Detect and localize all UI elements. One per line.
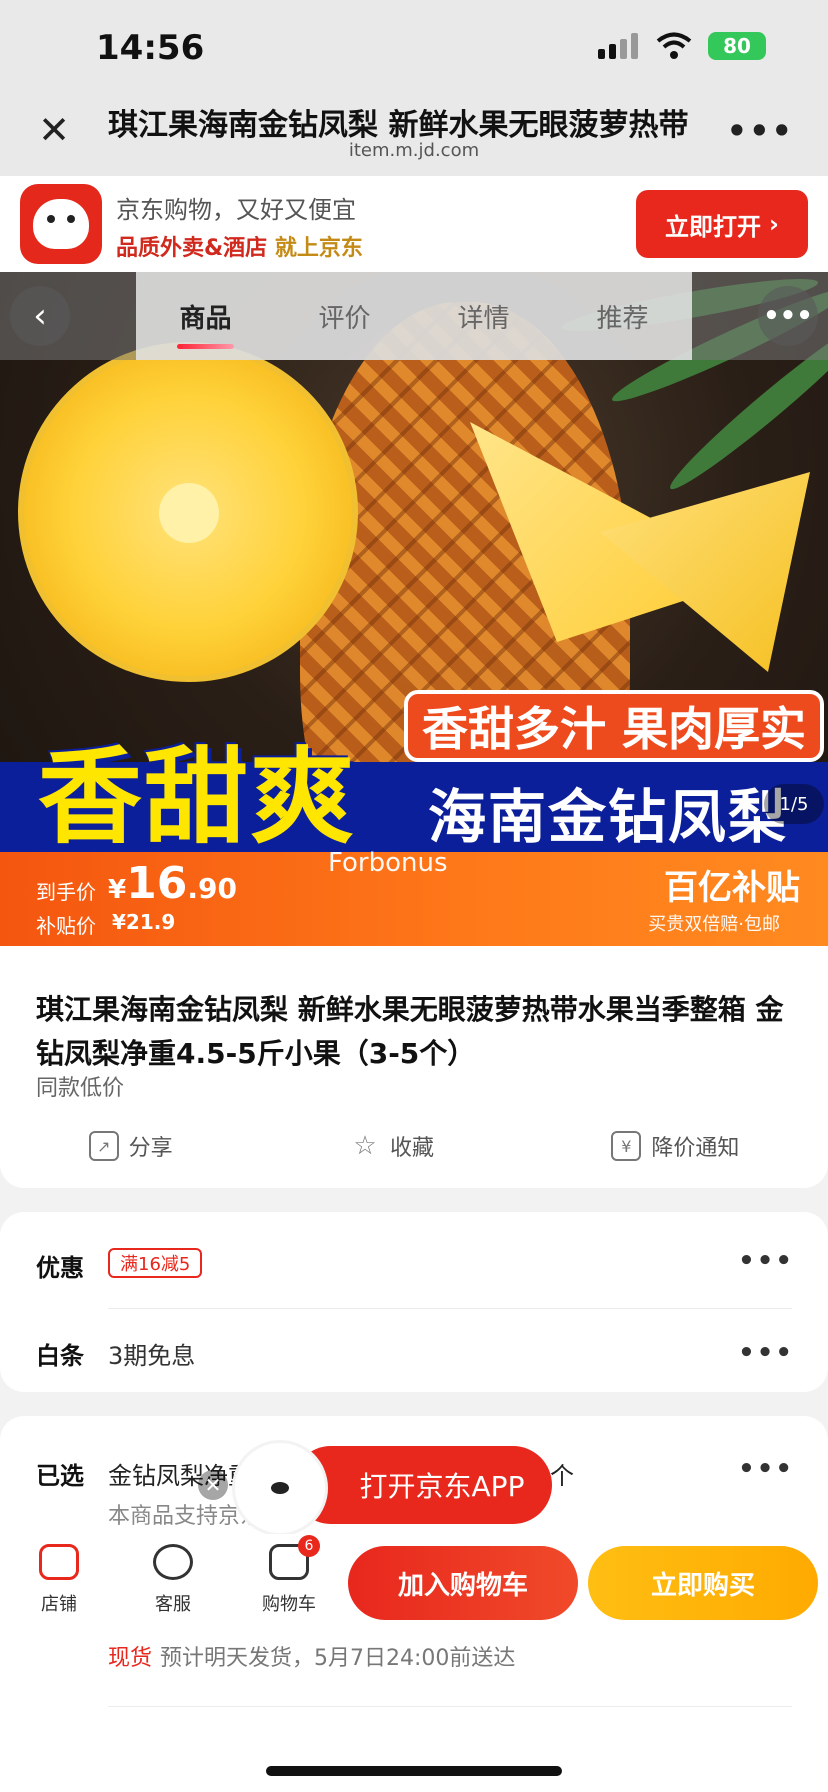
installment-label: 白条 xyxy=(36,1342,84,1370)
page-url: item.m.jd.com xyxy=(348,140,480,161)
tab-reviews[interactable]: 评价 xyxy=(308,298,380,335)
browser-header: 14:56 80 ✕ 琪江果海南金钻凤梨 新鲜水果无眼菠萝热带 item.m.j… xyxy=(0,0,828,176)
price-alert-icon: ¥ xyxy=(611,1131,642,1161)
watermark: Forbonus xyxy=(328,848,448,878)
home-indicator xyxy=(266,1766,562,1776)
divider xyxy=(108,1308,792,1309)
share-icon: ↗ xyxy=(88,1131,119,1161)
banner-promo-b: 就上京东 xyxy=(274,236,363,261)
favorite-button[interactable]: ☆ 收藏 xyxy=(350,1130,434,1162)
mascot-icon xyxy=(232,1440,328,1536)
app-banner[interactable]: 京东购物，又好又便宜 品质外卖&酒店 就上京东 立即打开 › xyxy=(0,176,828,272)
currency: ¥ xyxy=(108,875,127,905)
selected-value[interactable]: 金钻凤梨净重 xyxy=(108,1456,252,1491)
pineapple-slice xyxy=(18,342,358,682)
add-to-cart-button[interactable]: 加入购物车 xyxy=(348,1546,578,1620)
star-icon: ☆ xyxy=(353,1131,377,1161)
bottom-action-bar: 店铺 客服 6 购物车 加入购物车 立即购买 xyxy=(0,1534,828,1644)
final-price-label: 到手价 xyxy=(36,880,96,904)
service-label: 客服 xyxy=(155,1594,191,1615)
bonus-subtitle: 买贵双倍赔·包邮 xyxy=(648,914,780,935)
open-jd-app-button[interactable]: 打开京东APP xyxy=(292,1446,552,1524)
signal-icon xyxy=(598,33,638,59)
service-icon xyxy=(153,1544,193,1580)
page-title: 琪江果海南金钻凤梨 新鲜水果无眼菠萝热带 xyxy=(108,108,689,143)
divider xyxy=(108,1706,792,1707)
product-image[interactable]: ‹ 商品 评价 详情 推荐 ••• 香甜多汁 果肉厚实 海南金钻凤梨 香甜爽 1… xyxy=(0,272,828,946)
image-tagline: 香甜多汁 果肉厚实 xyxy=(403,690,824,762)
tabs: 商品 评价 详情 推荐 xyxy=(136,272,692,360)
installment-value[interactable]: 3期免息 xyxy=(108,1336,195,1371)
cart-badge: 6 xyxy=(298,1535,320,1557)
browser-more-button[interactable]: ••• xyxy=(727,112,794,150)
favorite-label: 收藏 xyxy=(389,1136,434,1161)
promotion-card: 优惠 满16减5 ••• 白条 3期免息 ••• xyxy=(0,1212,828,1392)
banner-promo-a: 品质外卖&酒店 xyxy=(116,236,268,261)
more-icon[interactable]: ••• xyxy=(758,286,818,346)
product-tabbar: ‹ 商品 评价 详情 推荐 ••• xyxy=(0,272,828,360)
price-decimal: .90 xyxy=(187,872,237,905)
product-actions: ↗ 分享 ☆ 收藏 ¥ 降价通知 xyxy=(0,1124,828,1168)
store-icon xyxy=(39,1544,79,1580)
open-app-button[interactable]: 立即打开 › xyxy=(636,190,808,258)
battery-icon: 80 xyxy=(708,32,766,60)
product-info-card: 琪江果海南金钻凤梨 新鲜水果无眼菠萝热带水果当季整箱 金钻凤梨净重4.5-5斤小… xyxy=(0,946,828,1188)
back-icon[interactable]: ‹ xyxy=(10,286,70,346)
cart-button[interactable]: 6 购物车 xyxy=(244,1535,334,1616)
service-button[interactable]: 客服 xyxy=(128,1544,218,1616)
image-headline: 香甜爽 xyxy=(38,736,357,858)
same-low-price[interactable]: 同款低价 xyxy=(36,1070,124,1102)
store-label: 店铺 xyxy=(41,1594,77,1615)
discount-label: 优惠 xyxy=(36,1254,84,1282)
tab-product[interactable]: 商品 xyxy=(169,298,241,349)
subsidy-label: 补贴价 xyxy=(36,914,96,938)
shipping-text: 预计明天发货，5月7日24:00前送达 xyxy=(160,1646,516,1671)
final-price: ¥16.90 xyxy=(108,858,237,909)
price-alert-label: 降价通知 xyxy=(651,1136,740,1161)
buy-now-button[interactable]: 立即购买 xyxy=(588,1546,818,1620)
banner-promo: 品质外卖&酒店 就上京东 xyxy=(116,230,363,262)
tab-details[interactable]: 详情 xyxy=(447,298,519,335)
cart-label: 购物车 xyxy=(262,1594,316,1615)
chevron-right-icon: › xyxy=(769,210,779,238)
status-time: 14:56 xyxy=(96,28,205,68)
price-alert-button[interactable]: ¥ 降价通知 xyxy=(611,1130,739,1162)
jd-logo xyxy=(20,184,102,264)
selected-count: 个 xyxy=(550,1462,574,1490)
bonus-title[interactable]: 百亿补贴 xyxy=(664,860,800,909)
product-title: 琪江果海南金钻凤梨 新鲜水果无眼菠萝热带水果当季整箱 金钻凤梨净重4.5-5斤小… xyxy=(36,993,784,1070)
shipping-info: 现货 预计明天发货，5月7日24:00前送达 xyxy=(108,1640,515,1672)
price-integer: 16 xyxy=(126,858,188,909)
share-button[interactable]: ↗ 分享 xyxy=(88,1130,173,1162)
banner-slogan: 京东购物，又好又便宜 xyxy=(116,196,356,224)
stock-status: 现货 xyxy=(108,1646,153,1671)
coupon-badge[interactable]: 满16减5 xyxy=(108,1248,203,1278)
close-float-icon[interactable]: ✕ xyxy=(198,1470,228,1500)
selection-more-button[interactable]: ••• xyxy=(738,1454,794,1484)
installment-more-button[interactable]: ••• xyxy=(738,1338,794,1368)
cart-icon: 6 xyxy=(269,1535,320,1580)
image-product-name: 海南金钻凤梨 xyxy=(427,783,788,851)
image-counter: 1/5 xyxy=(764,784,824,824)
selected-label: 已选 xyxy=(36,1462,84,1490)
open-app-label: 立即打开 xyxy=(665,212,762,241)
tab-recommend[interactable]: 推荐 xyxy=(586,298,658,335)
discount-more-button[interactable]: ••• xyxy=(738,1246,794,1276)
share-label: 分享 xyxy=(128,1136,173,1161)
subsidy-price: ¥21.9 xyxy=(112,910,176,934)
status-icons: 80 xyxy=(598,32,766,60)
store-button[interactable]: 店铺 xyxy=(14,1544,104,1616)
wifi-icon xyxy=(656,32,692,59)
